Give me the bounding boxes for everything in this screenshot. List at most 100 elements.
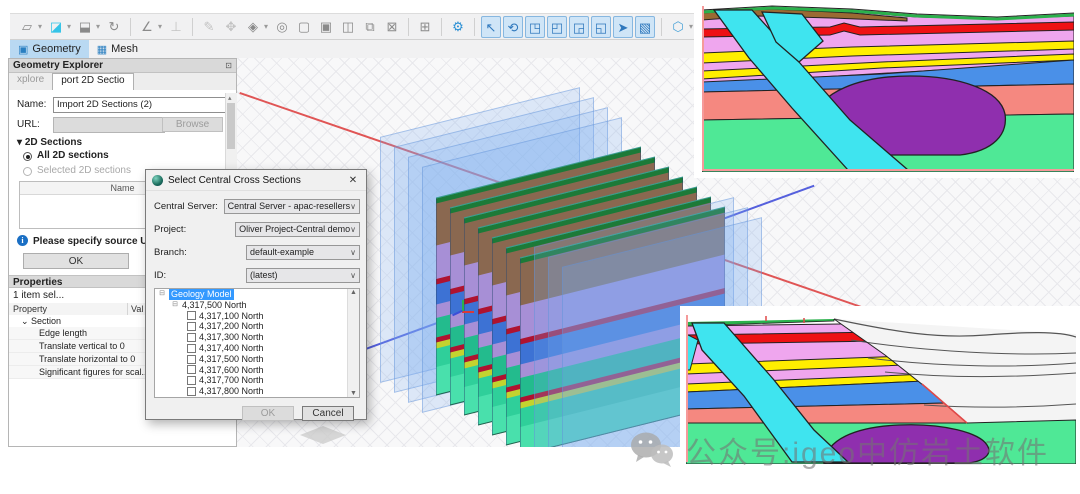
tree-item[interactable]: 4,317,800 North	[155, 386, 359, 397]
zoom-out-tool[interactable]: ◰	[547, 16, 567, 38]
tab-geometry-label: Geometry	[32, 43, 80, 55]
panel-tab-bar: xplore port 2D Sectio	[9, 73, 236, 90]
tree-item-label: 4,317,700 North	[199, 375, 264, 386]
table-add-tool[interactable]: ⊞	[415, 16, 435, 38]
pin-icon[interactable]: ⊡	[225, 61, 232, 70]
collapse-icon[interactable]: ⊟	[171, 300, 179, 311]
tree-item-label: 4,317,400 North	[199, 343, 264, 354]
tree-item[interactable]: 4,317,100 North	[155, 311, 359, 322]
property-label: Translate horizontal to 0	[9, 353, 153, 365]
toolbar-separator	[130, 18, 131, 36]
url-input[interactable]	[53, 117, 165, 133]
central-sphere-icon	[152, 175, 163, 186]
scroll-up-icon[interactable]: ▲	[350, 289, 357, 296]
tab-import-2d-sections[interactable]: port 2D Sectio	[52, 73, 133, 90]
collapse-icon[interactable]: ⊟	[158, 289, 166, 300]
tree-root-label: Geology Model	[169, 289, 234, 300]
cube-settings-tool[interactable]: ▣	[316, 16, 336, 38]
extrude-tool[interactable]: ▱	[17, 16, 37, 38]
toolbar-separator	[441, 18, 442, 36]
pan-tool[interactable]: ➤	[613, 16, 633, 38]
column-divider[interactable]	[127, 303, 128, 315]
checkbox[interactable]	[187, 376, 196, 385]
property-group-label: Section	[31, 316, 61, 326]
checkbox[interactable]	[187, 344, 196, 353]
project-label: Project:	[154, 224, 235, 235]
tree-item[interactable]: 4,317,600 North	[155, 365, 359, 376]
watermark-text: 公众号:igeo中仿岩土软件	[686, 428, 1049, 472]
checkbox[interactable]	[187, 355, 196, 364]
property-label: Translate vertical to 0	[9, 340, 153, 352]
measure-angle-tool[interactable]: ∠	[137, 16, 157, 38]
tab-mesh[interactable]: ▦ Mesh	[89, 40, 146, 58]
id-label: ID:	[154, 270, 246, 281]
project-select[interactable]: Oliver Project-Central demo ∨	[235, 222, 360, 237]
cross-sections-tree[interactable]: ⊟ Geology Model ⊟ 4,317,500 North 4,317,…	[154, 288, 360, 398]
tree-item[interactable]: 4,317,200 North	[155, 321, 359, 332]
checkbox[interactable]	[187, 322, 196, 331]
branch-value: default-example	[250, 247, 350, 257]
close-icon[interactable]: ✕	[346, 175, 360, 186]
checkbox[interactable]	[187, 365, 196, 374]
tree-item[interactable]: 4,317,400 North	[155, 343, 359, 354]
tree-item[interactable]: 4,317,300 North	[155, 332, 359, 343]
copy-mesh-tool[interactable]: ⧉	[360, 16, 380, 38]
column-value: Val	[131, 303, 143, 315]
mirror-tool-caret[interactable]: ▾	[96, 22, 103, 31]
ok-button-panel[interactable]: OK	[23, 253, 129, 269]
tree-item-label: 4,317,600 North	[199, 365, 264, 376]
solid-tool[interactable]: ◫	[338, 16, 358, 38]
branch-select[interactable]: default-example ∨	[246, 245, 360, 260]
select-arrow-tool[interactable]: ↖	[481, 16, 501, 38]
radio-all-label: All 2D sections	[37, 150, 109, 161]
application-window: ▱▾◪▾⬓▾↻∠▾⊥✎✥◈▾◎▢▣◫⧉⊠⊞⚙↖⟲◳◰◲◱➤▧⬡▾⬢▾✱ ▣ Ge…	[0, 0, 1080, 494]
dialog-title-bar[interactable]: Select Central Cross Sections ✕	[146, 170, 366, 191]
tree-root-row[interactable]: ⊟ Geology Model	[155, 289, 359, 300]
radio-all-sections[interactable]	[23, 152, 32, 161]
settings-gear[interactable]: ⚙	[448, 16, 468, 38]
name-input[interactable]: Import 2D Sections (2)	[53, 97, 231, 113]
scroll-down-icon[interactable]: ▼	[350, 390, 357, 397]
measure-angle-tool-caret[interactable]: ▾	[158, 22, 165, 31]
tree-scrollbar[interactable]: ▲ ▼	[347, 289, 359, 397]
cube-tool[interactable]: ▢	[294, 16, 314, 38]
central-server-select[interactable]: Central Server - apac-resellers ∨	[224, 199, 360, 214]
cylinder-display-tool[interactable]: ⬡	[668, 16, 688, 38]
tree-item[interactable]: 4,317,500 North	[155, 354, 359, 365]
toolbar-separator	[408, 18, 409, 36]
revolve-tool[interactable]: ◎	[272, 16, 292, 38]
tab-explore[interactable]: xplore	[9, 73, 52, 90]
extrude-tool-caret[interactable]: ▾	[38, 22, 45, 31]
browse-button[interactable]: Browse	[162, 117, 223, 132]
rotate-view-tool[interactable]: ↻	[104, 16, 124, 38]
tree-item[interactable]: 4,317,700 North	[155, 375, 359, 386]
ok-button-dialog[interactable]: OK	[242, 406, 294, 421]
tree-group-row[interactable]: ⊟ 4,317,500 North	[155, 300, 359, 311]
id-select[interactable]: (latest) ∨	[246, 268, 360, 283]
surface-patch-tool[interactable]: ◪	[46, 16, 66, 38]
toolbar-separator	[661, 18, 662, 36]
scrollbar-thumb[interactable]	[227, 103, 235, 149]
cancel-button-dialog[interactable]: Cancel	[302, 406, 354, 421]
checkbox[interactable]	[187, 333, 196, 342]
watermark: 公众号:igeo中仿岩土软件	[628, 428, 1049, 472]
delete-mesh-tool[interactable]: ⊠	[382, 16, 402, 38]
sections-group-header[interactable]: ▾ 2D Sections	[17, 137, 82, 148]
wechat-icon	[628, 430, 676, 470]
rotate-object-tool[interactable]: ◈	[243, 16, 263, 38]
name-label: Name:	[17, 99, 46, 110]
zoom-extents-tool[interactable]: ◲	[569, 16, 589, 38]
rotate-object-tool-caret[interactable]: ▾	[264, 22, 271, 31]
checkbox[interactable]	[187, 311, 196, 320]
tab-geometry[interactable]: ▣ Geometry	[10, 40, 89, 58]
zoom-in-tool[interactable]: ◳	[525, 16, 545, 38]
mirror-tool[interactable]: ⬓	[75, 16, 95, 38]
orbit-tool[interactable]: ⟲	[503, 16, 523, 38]
checkbox[interactable]	[187, 387, 196, 396]
zoom-selected-tool[interactable]: ◱	[591, 16, 611, 38]
surface-patch-tool-caret[interactable]: ▾	[67, 22, 74, 31]
toolbar-separator	[474, 18, 475, 36]
window-zoom-tool[interactable]: ▧	[635, 16, 655, 38]
radio-selected-sections[interactable]	[23, 167, 32, 176]
scroll-up-icon[interactable]: ▴	[228, 94, 232, 102]
